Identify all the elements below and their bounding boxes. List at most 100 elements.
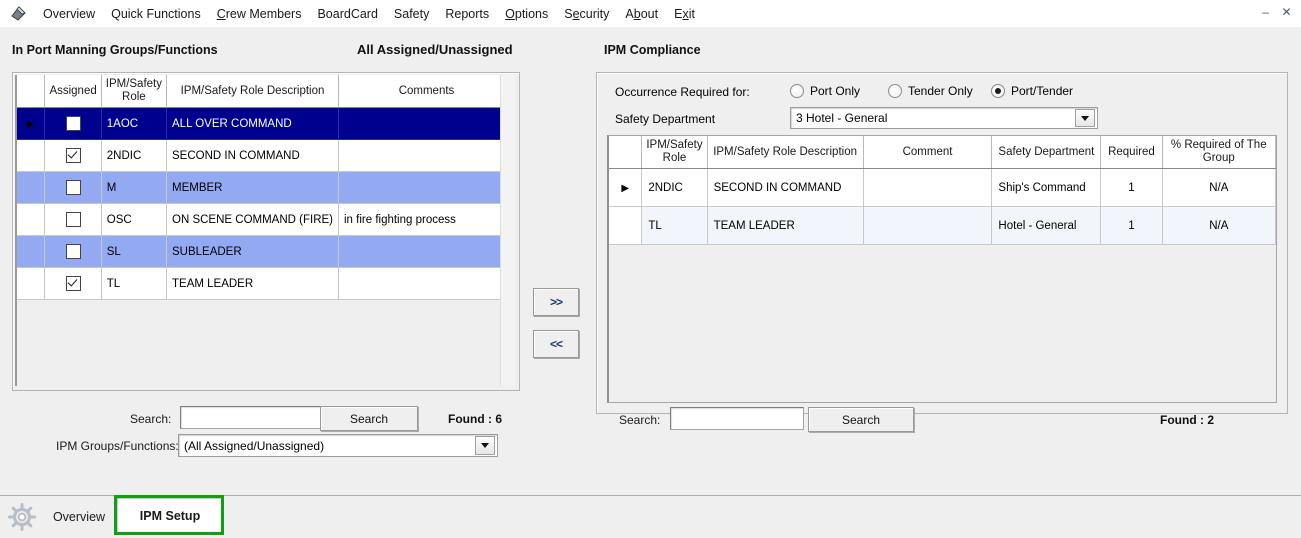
assigned-cell[interactable] [44,139,102,173]
comments-cell [338,267,515,301]
occurrence-required-label: Occurrence Required for: [615,85,750,99]
description-cell: TEAM LEADER [166,267,339,301]
table-header-row: IPM/Safety Role IPM/Safety Role Descript… [609,136,1276,170]
tab-overview[interactable]: Overview [48,500,110,534]
left-search-button[interactable]: Search [320,406,418,431]
radio-tender-only[interactable]: Tender Only [888,84,973,98]
row-header-corner [17,75,46,109]
minimize-button[interactable]: – [1255,2,1276,22]
ipm-groups-filter-value: (All Assigned/Unassigned) [184,438,325,453]
table-row[interactable]: OSC ON SCENE COMMAND (FIRE) in fire figh… [17,203,515,237]
ipm-compliance-table: IPM/Safety Role IPM/Safety Role Descript… [609,136,1276,246]
assigned-checkbox[interactable] [65,116,81,132]
column-header-safety-department[interactable]: Safety Department [991,136,1102,170]
comments-cell: in fire fighting process [338,203,515,237]
row-marker-cell [17,235,46,269]
row-header-corner [609,136,643,170]
menu-item-boardcard[interactable]: BoardCard [309,4,385,24]
assigned-cell[interactable] [44,107,102,141]
assigned-cell[interactable] [44,235,102,269]
table-row[interactable]: 2NDIC SECOND IN COMMAND [17,139,515,173]
radio-label: Port Only [810,84,861,98]
right-search-input[interactable] [670,407,804,430]
comments-cell [338,235,515,269]
right-found-count: Found : 2 [1160,413,1214,427]
menu-label: out [640,6,659,21]
menu-item-safety[interactable]: Safety [386,4,437,24]
menu-item-security[interactable]: Security [556,4,617,24]
row-marker-cell: ▶ [609,168,643,208]
table-row[interactable]: SL SUBLEADER [17,235,515,269]
safety-department-select[interactable]: 3 Hotel - General [790,107,1098,129]
assigned-checkbox[interactable] [65,180,81,196]
menu-item-overview[interactable]: Overview [35,4,103,24]
row-marker-cell [609,206,643,246]
column-header-role[interactable]: IPM/Safety Role [101,75,168,109]
ipm-compliance-grid[interactable]: IPM/Safety Role IPM/Safety Role Descript… [607,135,1277,403]
table-row[interactable]: ▶ 2NDIC SECOND IN COMMAND Ship's Command… [609,168,1276,208]
radio-indicator-icon [991,84,1005,98]
menu-label: ptions [514,6,549,21]
menu-accel: e [572,6,580,21]
column-header-role[interactable]: IPM/Safety Role [641,136,708,170]
menu-item-exit[interactable]: Exit [666,4,703,24]
workspace: In Port Manning Groups/Functions All Ass… [0,27,1301,495]
menu-item-options[interactable]: Options [497,4,556,24]
role-cell: 2NDIC [101,139,168,173]
role-cell: M [101,171,168,205]
table-row[interactable]: M MEMBER [17,171,515,205]
menu-label: Quick Functions [111,6,201,21]
assigned-cell[interactable] [44,171,102,205]
move-left-button[interactable]: << [533,330,579,358]
left-panel-subtitle: All Assigned/Unassigned [357,42,513,57]
safety-department-value: 3 Hotel - General [796,111,888,125]
chevron-down-icon[interactable] [475,436,495,455]
column-header-description[interactable]: IPM/Safety Role Description [707,136,864,170]
menu-item-about[interactable]: About [617,4,666,24]
column-header-required[interactable]: Required [1100,136,1163,170]
column-header-comments[interactable]: Comments [338,75,515,109]
menu-label: curity [579,6,610,21]
chevron-down-icon[interactable] [1075,109,1095,127]
right-search-button[interactable]: Search [808,407,914,432]
menu-item-quick-functions[interactable]: Quick Functions [103,4,209,24]
close-button[interactable]: ✕ [1276,2,1297,22]
comments-cell [338,171,515,205]
description-cell: SUBLEADER [166,235,339,269]
right-search-label: Search: [619,413,661,427]
menu-label: Safety [393,6,430,21]
manning-groups-grid[interactable]: Assigned IPM/Safety Role IPM/Safety Role… [15,75,515,386]
right-panel-title: IPM Compliance [604,43,701,57]
assigned-checkbox[interactable] [65,276,81,292]
assigned-checkbox[interactable] [65,244,81,260]
move-right-button[interactable]: >> [533,288,579,316]
assigned-checkbox[interactable] [65,148,81,164]
left-search-input[interactable] [180,406,330,429]
radio-port-tender[interactable]: Port/Tender [991,84,1073,98]
assigned-cell[interactable] [44,267,102,301]
left-grid-vertical-scrollbar[interactable] [500,75,515,386]
menu-bar: Overview Quick Functions Crew Members Bo… [0,0,1301,28]
column-header-percent-required[interactable]: % Required of The Group [1162,136,1276,170]
column-header-assigned[interactable]: Assigned [44,75,102,109]
tab-ipm-setup[interactable]: IPM Setup [117,498,223,534]
column-header-comment[interactable]: Comment [863,136,993,170]
table-row[interactable]: ▶ 1AOC ALL OVER COMMAND [17,107,515,141]
role-cell: OSC [101,203,168,237]
assigned-cell[interactable] [44,203,102,237]
required-cell: 1 [1100,168,1163,208]
table-row[interactable]: TL TEAM LEADER [17,267,515,301]
menu-item-crew-members[interactable]: Crew Members [209,4,310,24]
description-cell: TEAM LEADER [707,206,864,246]
role-cell: TL [641,206,708,246]
percent-required-cell: N/A [1162,206,1276,246]
left-search-label: Search: [130,412,172,426]
current-row-marker-icon: ▶ [621,182,630,194]
radio-port-only[interactable]: Port Only [790,84,860,98]
table-row[interactable]: TL TEAM LEADER Hotel - General 1 N/A [609,206,1276,246]
menu-item-reports[interactable]: Reports [437,4,497,24]
assigned-checkbox[interactable] [65,212,81,228]
ipm-groups-filter-select[interactable]: (All Assigned/Unassigned) [178,434,498,457]
description-cell: SECOND IN COMMAND [707,168,864,208]
column-header-description[interactable]: IPM/Safety Role Description [166,75,339,109]
